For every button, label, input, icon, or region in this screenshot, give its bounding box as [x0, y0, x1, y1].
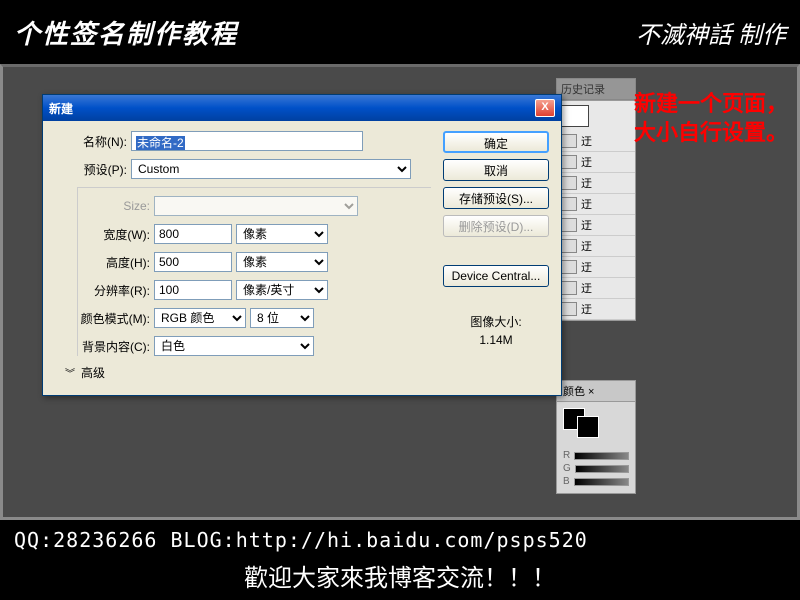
new-document-dialog: 新建 X 名称(N): 未命名-2 预设(P): Custom Size: 宽度… — [42, 94, 562, 396]
welcome-message: 歡迎大家來我博客交流！！！ — [14, 558, 786, 593]
device-central-button[interactable]: Device Central... — [443, 265, 549, 287]
history-item[interactable]: 迂 — [557, 257, 635, 278]
color-swatches — [557, 402, 635, 444]
advanced-toggle[interactable]: ︾ 高级 — [55, 364, 431, 381]
background-swatch[interactable] — [577, 416, 599, 438]
history-item[interactable]: 迂 — [557, 194, 635, 215]
history-list: 迂 迂 迂 迂 迂 迂 迂 迂 迂 — [556, 100, 636, 321]
color-sliders: R G B — [557, 444, 635, 493]
bgcontent-select[interactable]: 白色 — [154, 336, 314, 356]
bottom-banner: QQ:28236266 BLOG:http://hi.baidu.com/psp… — [0, 520, 800, 600]
height-unit-select[interactable]: 像素 — [236, 252, 328, 272]
image-size-info: 图像大小: 1.14M — [443, 313, 549, 349]
tutorial-title: 个性签名制作教程 — [14, 14, 238, 51]
history-step-icon — [561, 281, 577, 295]
height-label: 高度(H): — [78, 254, 150, 271]
resolution-unit-select[interactable]: 像素/英寸 — [236, 280, 328, 300]
history-panel[interactable]: 历史记录 迂 迂 迂 迂 迂 迂 迂 迂 迂 — [556, 78, 636, 321]
history-item[interactable]: 迂 — [557, 299, 635, 320]
history-item[interactable]: 迂 — [557, 236, 635, 257]
size-select — [154, 196, 358, 216]
history-step-icon — [561, 155, 577, 169]
close-button[interactable]: X — [535, 99, 555, 117]
resolution-input[interactable] — [154, 280, 232, 300]
color-tab[interactable]: 颜色 × — [557, 381, 635, 402]
b-label: B — [563, 476, 570, 487]
bitdepth-select[interactable]: 8 位 — [250, 308, 314, 328]
history-step-icon — [561, 302, 577, 316]
history-item[interactable]: 迂 — [557, 173, 635, 194]
history-step-icon — [561, 239, 577, 253]
colormode-label: 颜色模式(M): — [78, 310, 150, 327]
author-logo: 不滅神話 制作 — [636, 15, 786, 50]
g-label: G — [563, 463, 571, 474]
contact-info: QQ:28236266 BLOG:http://hi.baidu.com/psp… — [14, 528, 786, 552]
history-item[interactable]: 迂 — [557, 215, 635, 236]
ok-button[interactable]: 确定 — [443, 131, 549, 153]
width-input[interactable] — [154, 224, 232, 244]
r-label: R — [563, 450, 570, 461]
resolution-label: 分辨率(R): — [78, 282, 150, 299]
name-input[interactable]: 未命名-2 — [131, 131, 363, 151]
history-item[interactable]: 迂 — [557, 278, 635, 299]
r-slider[interactable] — [574, 452, 629, 460]
history-step-icon — [561, 134, 577, 148]
preset-select[interactable]: Custom — [131, 159, 411, 179]
top-banner: 个性签名制作教程 不滅神話 制作 — [0, 0, 800, 64]
history-step-icon — [561, 260, 577, 274]
dialog-titlebar[interactable]: 新建 X — [43, 95, 561, 121]
dialog-title: 新建 — [49, 100, 73, 117]
preset-label: 预设(P): — [55, 161, 127, 178]
height-input[interactable] — [154, 252, 232, 272]
width-label: 宽度(W): — [78, 226, 150, 243]
g-slider[interactable] — [575, 465, 629, 473]
chevron-down-icon: ︾ — [65, 365, 75, 380]
history-item[interactable]: 迂 — [557, 152, 635, 173]
b-slider[interactable] — [574, 478, 629, 486]
tutorial-annotation: 新建一个页面，大小自行设置。 — [634, 90, 790, 147]
delete-preset-button: 删除预设(D)... — [443, 215, 549, 237]
name-label: 名称(N): — [55, 133, 127, 150]
history-step-icon — [561, 218, 577, 232]
cancel-button[interactable]: 取消 — [443, 159, 549, 181]
history-item[interactable]: 迂 — [557, 131, 635, 152]
width-unit-select[interactable]: 像素 — [236, 224, 328, 244]
history-tab[interactable]: 历史记录 — [556, 78, 636, 100]
history-step-icon — [561, 197, 577, 211]
history-step-icon — [561, 176, 577, 190]
colormode-select[interactable]: RGB 颜色 — [154, 308, 246, 328]
color-panel[interactable]: 颜色 × R G B — [556, 380, 636, 494]
history-thumbnail[interactable] — [561, 105, 589, 127]
size-label: Size: — [78, 199, 150, 213]
save-preset-button[interactable]: 存储预设(S)... — [443, 187, 549, 209]
bgcontent-label: 背景内容(C): — [78, 338, 150, 355]
